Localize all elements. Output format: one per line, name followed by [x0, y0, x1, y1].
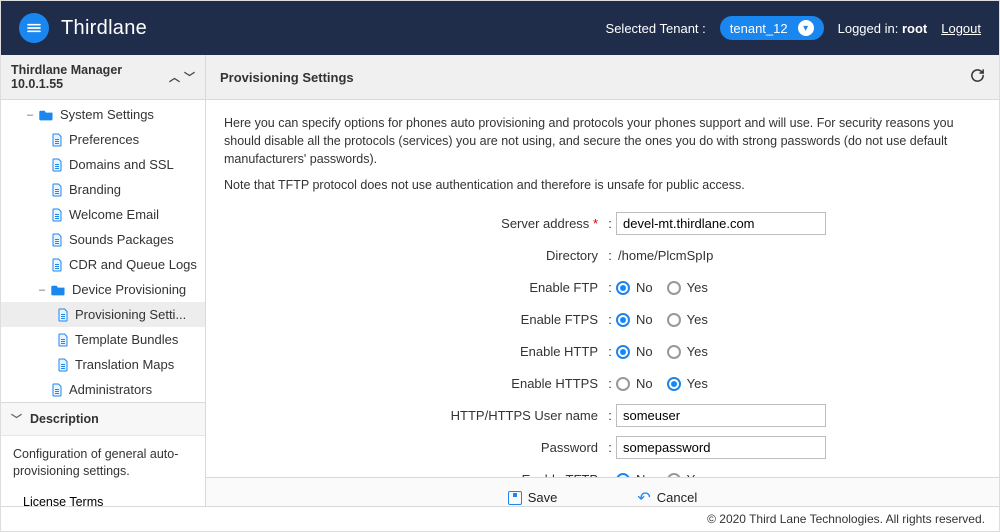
file-icon — [51, 233, 63, 247]
ftp-no-radio[interactable]: No — [616, 280, 653, 295]
logged-in: Logged in: root — [838, 21, 928, 36]
nav-system-settings[interactable]: – System Settings — [1, 102, 205, 127]
content-area: Here you can specify options for phones … — [206, 100, 999, 517]
server-address-input[interactable] — [616, 212, 826, 235]
label-password: Password — [541, 440, 598, 455]
nav-tree: – System Settings Preferences Domains an… — [1, 100, 205, 402]
chevron-down-icon: ▾ — [798, 20, 814, 36]
page-title-bar: Provisioning Settings — [206, 55, 999, 99]
app-header: Thirdlane Selected Tenant : tenant_12 ▾ … — [1, 1, 999, 55]
http-user-input[interactable] — [616, 404, 826, 427]
file-icon — [51, 208, 63, 222]
file-icon — [57, 308, 69, 322]
file-icon — [57, 358, 69, 372]
http-yes-radio[interactable]: Yes — [667, 344, 708, 359]
label-directory: Directory — [546, 248, 598, 263]
nav-domains-ssl[interactable]: Domains and SSL — [1, 152, 205, 177]
label-enable-ftps: Enable FTPS — [521, 312, 598, 327]
label-server-address: Server address — [501, 216, 589, 231]
nav-welcome-email[interactable]: Welcome Email — [1, 202, 205, 227]
file-icon — [57, 333, 69, 347]
label-http-user: HTTP/HTTPS User name — [451, 408, 598, 423]
logout-link[interactable]: Logout — [941, 21, 981, 36]
cancel-button[interactable]: ↶ Cancel — [637, 488, 697, 508]
note-text: Note that TFTP protocol does not use aut… — [224, 176, 981, 194]
refresh-icon[interactable] — [970, 68, 985, 86]
nav-provisioning-settings[interactable]: Provisioning Setti... — [1, 302, 205, 327]
collapse-icon[interactable]: – — [33, 284, 51, 296]
password-input[interactable] — [616, 436, 826, 459]
collapse-icon[interactable]: – — [21, 109, 39, 121]
description-text: Configuration of general auto-provisioni… — [1, 436, 205, 490]
ftps-no-radio[interactable]: No — [616, 312, 653, 327]
tenant-label: Selected Tenant : — [606, 21, 706, 36]
directory-value: /home/PlcmSpIp — [616, 248, 713, 263]
tenant-value: tenant_12 — [730, 21, 788, 36]
save-button[interactable]: Save — [508, 490, 558, 505]
label-enable-https: Enable HTTPS — [511, 376, 598, 391]
intro-text: Here you can specify options for phones … — [224, 114, 981, 168]
folder-icon — [39, 109, 54, 121]
page-title: Provisioning Settings — [220, 70, 354, 85]
collapse-up-icon[interactable]: ︿ — [169, 69, 180, 85]
copyright: © 2020 Third Lane Technologies. All righ… — [707, 512, 985, 526]
description-panel: ﹀ Description Configuration of general a… — [1, 402, 205, 517]
nav-branding[interactable]: Branding — [1, 177, 205, 202]
brand-name: Thirdlane — [61, 17, 147, 40]
nav-administrators[interactable]: Administrators — [1, 377, 205, 402]
label-enable-ftp: Enable FTP — [529, 280, 598, 295]
file-icon — [51, 158, 63, 172]
nav-template-bundles[interactable]: Template Bundles — [1, 327, 205, 352]
manager-version: Thirdlane Manager 10.0.1.55 ︿ ﹀ — [1, 55, 206, 99]
label-enable-http: Enable HTTP — [520, 344, 598, 359]
sidebar: – System Settings Preferences Domains an… — [1, 100, 206, 517]
tenant-select[interactable]: tenant_12 ▾ — [720, 16, 824, 40]
save-icon — [508, 491, 522, 505]
nav-sounds-packages[interactable]: Sounds Packages — [1, 227, 205, 252]
folder-icon — [51, 284, 66, 296]
sub-header: Thirdlane Manager 10.0.1.55 ︿ ﹀ Provisio… — [1, 55, 999, 100]
nav-preferences[interactable]: Preferences — [1, 127, 205, 152]
chevron-down-icon: ﹀ — [11, 411, 22, 427]
nav-translation-maps[interactable]: Translation Maps — [1, 352, 205, 377]
file-icon — [51, 183, 63, 197]
logo-icon — [19, 13, 49, 43]
nav-cdr-queue[interactable]: CDR and Queue Logs — [1, 252, 205, 277]
collapse-down-icon[interactable]: ﹀ — [184, 69, 195, 85]
ftps-yes-radio[interactable]: Yes — [667, 312, 708, 327]
https-no-radio[interactable]: No — [616, 376, 653, 391]
undo-icon: ↶ — [637, 488, 650, 508]
http-no-radio[interactable]: No — [616, 344, 653, 359]
file-icon — [51, 133, 63, 147]
footer: © 2020 Third Lane Technologies. All righ… — [1, 506, 999, 531]
description-toggle[interactable]: ﹀ Description — [1, 403, 205, 436]
file-icon — [51, 258, 63, 272]
ftp-yes-radio[interactable]: Yes — [667, 280, 708, 295]
https-yes-radio[interactable]: Yes — [667, 376, 708, 391]
nav-device-provisioning[interactable]: – Device Provisioning — [1, 277, 205, 302]
file-icon — [51, 383, 63, 397]
